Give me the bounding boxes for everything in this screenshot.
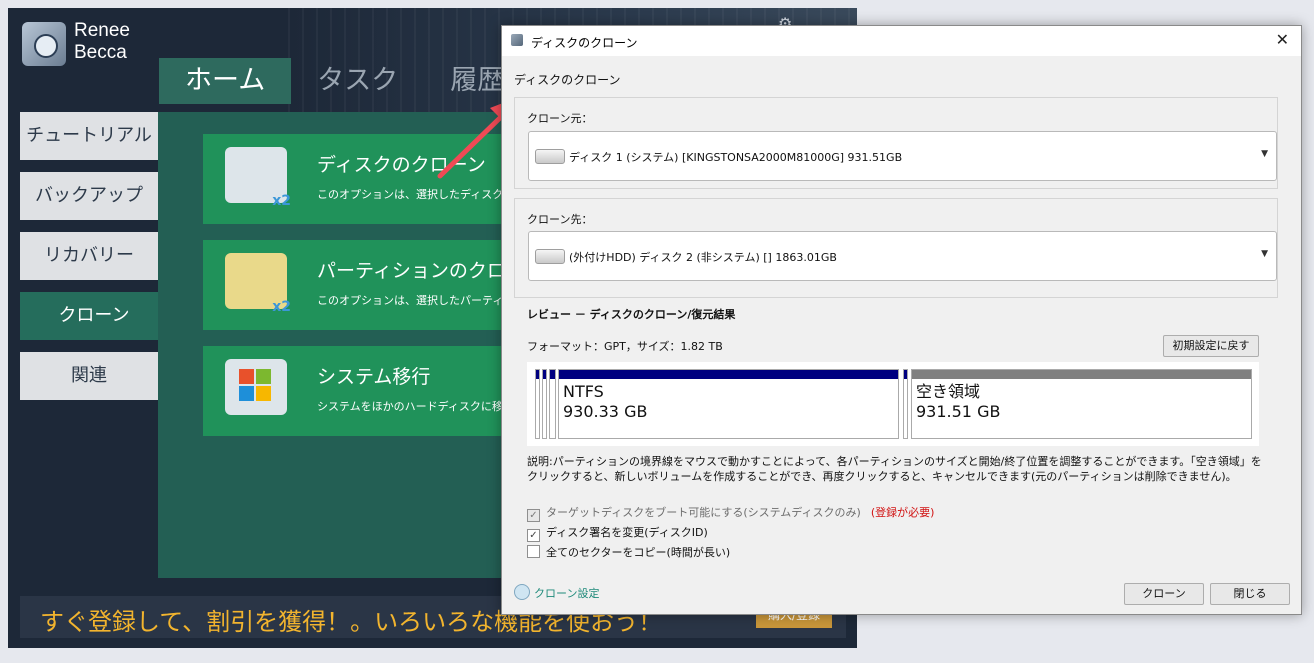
target-disk-value: (外付けHDD) ディスク 2 (非システム) [] 1863.01GB	[569, 251, 837, 264]
feature-title: システム移行	[317, 366, 431, 388]
partition-small[interactable]	[542, 369, 547, 439]
disk-clone-dialog: ディスクのクローン ✕ ディスクのクローン クローン元： ディスク 1 (システ…	[501, 25, 1302, 615]
partition-free-fs: 空き領域	[916, 382, 981, 401]
source-group: クローン元： ディスク 1 (システム) [KINGSTONSA2000M810…	[514, 97, 1278, 189]
app-logo-icon	[22, 22, 66, 66]
source-disk-select[interactable]: ディスク 1 (システム) [KINGSTONSA2000M81000G] 93…	[528, 131, 1277, 181]
dialog-title: ディスクのクローン	[531, 36, 638, 50]
registration-required: (登録が必要)	[870, 506, 935, 519]
sidebar: チュートリアル バックアップ リカバリー クローン 関連	[20, 112, 168, 412]
dialog-app-icon	[511, 34, 523, 46]
sidebar-item-related[interactable]: 関連	[20, 352, 158, 400]
target-disk-select[interactable]: (外付けHDD) ディスク 2 (非システム) [] 1863.01GB ▼	[528, 231, 1277, 281]
partition-free-size: 931.51 GB	[916, 402, 1001, 421]
app-name-line2: Becca	[74, 42, 127, 63]
feature-desc: システムをほかのハードディスクに移行	[317, 400, 514, 413]
option-bootable[interactable]: ✓ ターゲットディスクをブート可能にする(システムディスクのみ) (登録が必要)	[527, 504, 934, 522]
dialog-titlebar: ディスクのクローン ✕	[502, 26, 1301, 56]
disk-drive-icon	[535, 249, 565, 264]
partition-ntfs-bar	[559, 370, 898, 379]
partition-small[interactable]	[903, 369, 908, 439]
format-info: フォーマット：GPT，サイズ：1.82 TB	[527, 340, 723, 353]
tab-task[interactable]: タスク	[291, 58, 424, 104]
sidebar-item-backup[interactable]: バックアップ	[20, 172, 158, 220]
feature-badge: x2	[272, 193, 291, 209]
review-title: レビュー － ディスクのクローン/復元結果	[527, 308, 736, 321]
option-disk-signature[interactable]: ✓ ディスク署名を変更(ディスクID)	[527, 524, 708, 542]
partition-ntfs-label: NTFS 930.33 GB	[563, 382, 647, 422]
disk-clone-icon: x2	[225, 147, 291, 209]
partition-small[interactable]	[549, 369, 556, 439]
source-disk-value: ディスク 1 (システム) [KINGSTONSA2000M81000G] 93…	[569, 151, 903, 164]
partition-ntfs-fs: NTFS	[563, 382, 604, 401]
source-label: クローン元：	[527, 112, 593, 125]
app-name: Renee Becca	[74, 20, 130, 64]
partition-ntfs-size: 930.33 GB	[563, 402, 648, 421]
chevron-down-icon: ▼	[1261, 149, 1268, 159]
bootable-checkbox[interactable]: ✓	[527, 509, 540, 522]
instruction-note: 説明:パーティションの境界線をマウスで動かすことによって、各パーティションのサイ…	[527, 455, 1262, 483]
clone-settings-link[interactable]: クローン設定	[514, 584, 599, 601]
bootable-label: ターゲットディスクをブート可能にする(システムディスクのみ)	[546, 506, 861, 519]
reset-defaults-button[interactable]: 初期設定に戻す	[1163, 335, 1259, 357]
close-button[interactable]: 閉じる	[1210, 583, 1290, 605]
feature-badge: x2	[272, 299, 291, 315]
chevron-down-icon: ▼	[1261, 249, 1268, 259]
disk-signature-label: ディスク署名を変更(ディスクID)	[546, 526, 708, 539]
sidebar-item-tutorial[interactable]: チュートリアル	[20, 112, 158, 160]
app-name-line1: Renee	[74, 20, 130, 41]
partition-clone-icon: x2	[225, 253, 291, 315]
windows-logo-icon	[225, 359, 287, 415]
tab-home[interactable]: ホーム	[159, 58, 292, 104]
settings-icon	[514, 584, 530, 600]
copy-all-sectors-checkbox[interactable]	[527, 545, 540, 558]
partition-map: NTFS 930.33 GB 空き領域 931.51 GB	[527, 362, 1259, 446]
sidebar-item-recovery[interactable]: リカバリー	[20, 232, 158, 280]
partition-small[interactable]	[535, 369, 540, 439]
dialog-heading: ディスクのクローン	[514, 73, 621, 87]
partition-free-bar	[912, 370, 1251, 379]
target-label: クローン先：	[527, 213, 593, 226]
partition-free-label: 空き領域 931.51 GB	[916, 382, 1000, 422]
disk-signature-checkbox[interactable]: ✓	[527, 529, 540, 542]
sidebar-item-clone[interactable]: クローン	[20, 292, 168, 340]
partition-free-space[interactable]: 空き領域 931.51 GB	[911, 369, 1252, 439]
target-group: クローン先： (外付けHDD) ディスク 2 (非システム) [] 1863.0…	[514, 198, 1278, 298]
partition-ntfs[interactable]: NTFS 930.33 GB	[558, 369, 899, 439]
disk-drive-icon	[535, 149, 565, 164]
option-copy-all-sectors[interactable]: 全てのセクターをコピー(時間が長い)	[527, 544, 730, 560]
clone-settings-label: クローン設定	[534, 587, 600, 600]
copy-all-sectors-label: 全てのセクターをコピー(時間が長い)	[546, 546, 731, 559]
clone-button[interactable]: クローン	[1124, 583, 1204, 605]
dialog-close-icon[interactable]: ✕	[1276, 30, 1289, 49]
